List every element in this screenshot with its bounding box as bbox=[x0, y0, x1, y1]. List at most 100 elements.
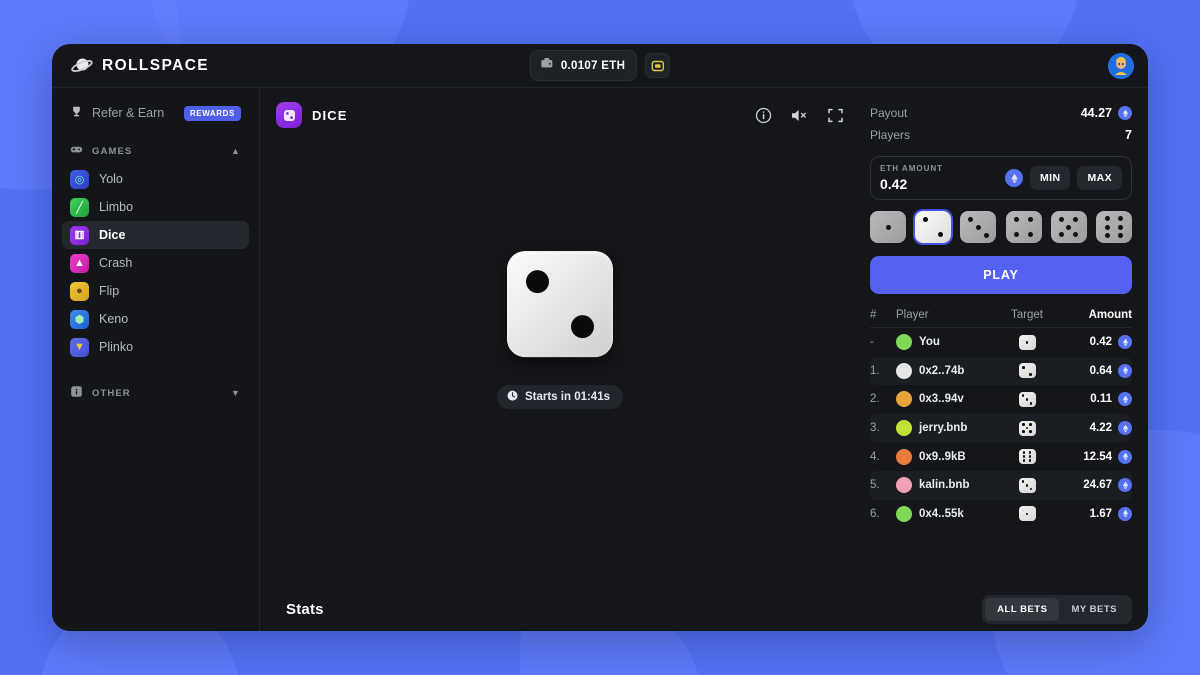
eth-icon bbox=[1118, 392, 1132, 407]
sound-muted-icon[interactable] bbox=[790, 107, 809, 124]
chevron-up-icon[interactable]: ▲ bbox=[231, 146, 241, 156]
max-button[interactable]: MAX bbox=[1077, 166, 1122, 190]
avatar bbox=[896, 334, 912, 351]
table-row[interactable]: 5. kalin.bnb 24.67 bbox=[870, 470, 1132, 500]
target-die-1 bbox=[1018, 506, 1036, 522]
bet-amount-field[interactable]: ETH AMOUNT 0.42 bbox=[880, 164, 943, 192]
table-row[interactable]: 6. 0x4..55k 1.67 bbox=[870, 500, 1132, 529]
die-face-3[interactable] bbox=[960, 211, 997, 243]
target-die-2 bbox=[1018, 363, 1036, 379]
row-amount-value: 24.67 bbox=[1083, 479, 1112, 492]
players-value: 7 bbox=[1125, 128, 1132, 142]
die-pip bbox=[1025, 398, 1029, 401]
table-row[interactable]: 3. jerry.bnb 4.22 bbox=[870, 413, 1132, 443]
deposit-icon[interactable] bbox=[645, 53, 671, 78]
bets-tab-group: ALL BETS MY BETS bbox=[982, 594, 1132, 624]
die-pip bbox=[1073, 231, 1079, 237]
min-button[interactable]: MIN bbox=[1030, 166, 1071, 190]
die-pip bbox=[1022, 459, 1026, 462]
row-amount: 4.22 bbox=[1058, 421, 1132, 436]
row-player-name: kalin.bnb bbox=[919, 479, 970, 492]
payout-value: 44.27 bbox=[1080, 106, 1112, 120]
row-target bbox=[996, 477, 1058, 493]
sidebar-item-refer-earn[interactable]: Refer & Earn REWARDS bbox=[62, 98, 249, 128]
chevron-down-icon[interactable]: ▼ bbox=[231, 388, 241, 398]
sidebar-section-label: GAMES bbox=[92, 145, 133, 157]
die-pip bbox=[1028, 217, 1034, 223]
tab-all-bets[interactable]: ALL BETS bbox=[985, 597, 1060, 621]
die-pip bbox=[1022, 366, 1025, 369]
sidebar-item-keno[interactable]: ⬢ Keno bbox=[62, 305, 249, 333]
die-face-6[interactable] bbox=[1095, 211, 1132, 243]
main-die bbox=[507, 250, 613, 357]
bet-amount-input[interactable]: 0.42 bbox=[880, 176, 943, 192]
sidebar-item-crash[interactable]: ▲ Crash bbox=[62, 249, 249, 277]
die-pip bbox=[975, 224, 981, 230]
row-rank: 6. bbox=[870, 507, 880, 520]
bet-amount-label: ETH AMOUNT bbox=[880, 164, 944, 173]
die-pip bbox=[1059, 217, 1065, 223]
sidebar-item-flip[interactable]: ● Flip bbox=[62, 277, 249, 305]
table-row[interactable]: - You 0.42 bbox=[870, 328, 1132, 357]
die-pip bbox=[1022, 451, 1026, 454]
die-pip bbox=[1013, 231, 1019, 237]
row-player-name: 0x3..94v bbox=[919, 393, 964, 406]
die-pip bbox=[1025, 426, 1029, 430]
row-rank: 5. bbox=[870, 479, 880, 492]
table-row[interactable]: 1. 0x2..74b 0.64 bbox=[870, 356, 1132, 386]
die-pip bbox=[1029, 423, 1032, 426]
avatar bbox=[896, 448, 912, 465]
sidebar-item-dice[interactable]: ⚅ Dice bbox=[62, 221, 249, 249]
die-pip bbox=[1029, 401, 1033, 405]
table-row[interactable]: 2. 0x3..94v 0.11 bbox=[870, 385, 1132, 414]
yolo-icon: ◎ bbox=[70, 169, 89, 189]
die-pip bbox=[967, 216, 973, 222]
die-face-1[interactable] bbox=[870, 211, 906, 243]
play-button[interactable]: PLAY bbox=[870, 256, 1132, 294]
die-pip bbox=[1104, 215, 1110, 221]
sidebar: Refer & Earn REWARDS GAMES ▲ ◎ Yolo ╱ Li… bbox=[52, 88, 260, 631]
row-player-name: 0x9..9kB bbox=[919, 450, 966, 463]
row-rank: - bbox=[870, 336, 874, 349]
row-amount: 12.54 bbox=[1058, 449, 1132, 464]
sidebar-section-other[interactable]: OTHER ▼ bbox=[62, 379, 249, 407]
sidebar-item-limbo[interactable]: ╱ Limbo bbox=[62, 193, 249, 221]
user-avatar[interactable] bbox=[1108, 52, 1134, 79]
brand-logo[interactable]: ROLLSPACE bbox=[66, 55, 209, 77]
balance-pill[interactable]: 0.0107 ETH bbox=[529, 50, 638, 81]
avatar bbox=[896, 362, 912, 379]
die-pip bbox=[1021, 480, 1025, 483]
eth-icon bbox=[1118, 363, 1132, 378]
tab-my-bets[interactable]: MY BETS bbox=[1059, 598, 1129, 621]
row-rank: 1. bbox=[870, 364, 880, 377]
row-amount-value: 1.67 bbox=[1089, 507, 1112, 520]
die-pip bbox=[1117, 233, 1123, 239]
target-die-5 bbox=[1018, 420, 1036, 436]
planet-icon bbox=[71, 55, 93, 77]
eth-icon bbox=[1118, 478, 1132, 493]
table-row[interactable]: 4. 0x9..9kB 12.54 bbox=[870, 442, 1132, 471]
bet-amount-box[interactable]: ETH AMOUNT 0.42 MIN MAX bbox=[870, 156, 1132, 200]
stage-header: DICE bbox=[276, 102, 844, 128]
sidebar-item-yolo[interactable]: ◎ Yolo bbox=[62, 165, 249, 193]
row-player: 0x2..74b bbox=[896, 362, 996, 379]
die-face-4[interactable] bbox=[1005, 211, 1042, 243]
rewards-badge[interactable]: REWARDS bbox=[183, 105, 241, 121]
row-amount: 0.42 bbox=[1058, 335, 1132, 350]
fullscreen-icon[interactable] bbox=[827, 107, 844, 124]
row-amount-value: 0.64 bbox=[1089, 364, 1112, 377]
plinko-icon: ▼ bbox=[70, 337, 89, 357]
gamepad-icon bbox=[70, 143, 83, 159]
row-rank: 3. bbox=[870, 422, 880, 435]
die-pip bbox=[1117, 215, 1123, 221]
row-amount-value: 0.11 bbox=[1090, 393, 1112, 406]
die-pip bbox=[1022, 423, 1025, 426]
info-icon[interactable] bbox=[755, 107, 772, 124]
die-face-2[interactable] bbox=[915, 211, 952, 243]
die-pip bbox=[1029, 430, 1032, 433]
sidebar-section-games[interactable]: GAMES ▲ bbox=[62, 137, 249, 165]
sidebar-item-plinko[interactable]: ▼ Plinko bbox=[62, 333, 249, 361]
die-face-5[interactable] bbox=[1050, 211, 1087, 243]
app-body: Refer & Earn REWARDS GAMES ▲ ◎ Yolo ╱ Li… bbox=[52, 88, 1148, 631]
die-pip bbox=[1028, 459, 1032, 462]
